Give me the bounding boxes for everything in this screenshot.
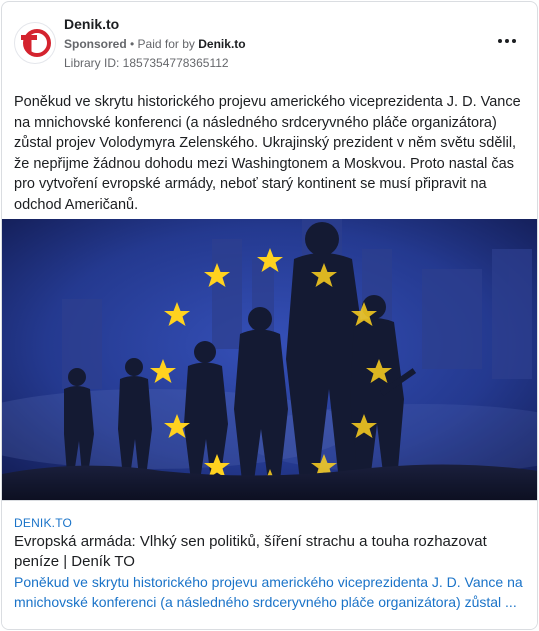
link-domain: DENIK.TO [14, 516, 73, 530]
sponsored-label: Sponsored [64, 37, 127, 51]
more-options-button[interactable] [495, 32, 519, 50]
sponsored-line: Sponsored • Paid for by Denik.to [64, 37, 246, 51]
ad-creative-image[interactable] [2, 219, 537, 500]
paid-for-by-label: Paid for by [137, 37, 195, 51]
library-id: Library ID: 1857354778365112 [64, 56, 229, 70]
three-dots-icon [498, 39, 502, 43]
link-description: Poněkud ve skrytu historického projevu a… [14, 574, 523, 610]
payer-name[interactable]: Denik.to [198, 37, 245, 51]
ad-header: Denik.to Sponsored • Paid for by Denik.t… [2, 2, 537, 82]
ad-card: Denik.to Sponsored • Paid for by Denik.t… [1, 1, 538, 630]
page-name[interactable]: Denik.to [64, 16, 119, 32]
advertiser-avatar[interactable] [14, 22, 56, 64]
denik-to-logo-icon [21, 29, 51, 57]
post-body-text: Poněkud ve skrytu historického projevu a… [14, 94, 521, 213]
soldiers-eu-flag-image [2, 219, 537, 500]
dot [512, 39, 516, 43]
meta-separator: • [126, 37, 138, 51]
dot [505, 39, 509, 43]
link-title[interactable]: Evropská armáda: Vlhký sen politiků, šíř… [14, 532, 529, 572]
link-preview[interactable]: DENIK.TO Evropská armáda: Vlhký sen poli… [2, 500, 537, 629]
